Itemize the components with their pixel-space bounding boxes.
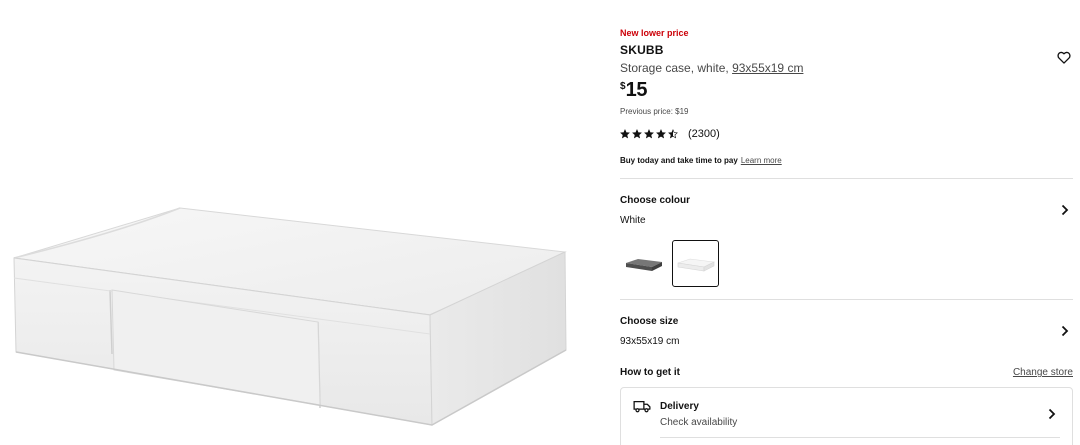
swatch-dark-grey-image xyxy=(625,258,662,271)
delivery-title: Delivery xyxy=(660,401,699,412)
colour-swatches xyxy=(620,240,719,287)
price: $ 15 xyxy=(620,79,648,102)
selected-size: 93x55x19 cm xyxy=(620,336,680,347)
divider xyxy=(620,299,1073,300)
star-icon xyxy=(668,129,678,139)
truck-icon xyxy=(633,400,651,413)
previous-price: Previous price: $19 xyxy=(620,107,689,116)
star-icon xyxy=(656,129,666,139)
heart-icon xyxy=(1057,51,1071,64)
delivery-option[interactable]: Delivery Check availability xyxy=(620,387,1073,445)
product-description-text: Storage case, white, xyxy=(620,61,733,75)
selected-colour: White xyxy=(620,215,646,226)
swatch-white-image xyxy=(677,258,715,271)
price-badge: New lower price xyxy=(620,28,689,38)
choose-colour-title: Choose colour xyxy=(620,195,691,206)
rating[interactable]: (2300) xyxy=(620,128,720,140)
star-icon xyxy=(620,129,630,139)
pay-later-text: Buy today and take time to pay Learn more xyxy=(620,156,782,165)
dimensions-link[interactable]: 93x55x19 cm xyxy=(732,61,803,75)
swatch-white[interactable] xyxy=(672,240,719,287)
how-to-get-it-title: How to get it xyxy=(620,367,680,378)
divider xyxy=(660,437,1060,438)
swatch-dark-grey[interactable] xyxy=(620,240,667,287)
product-details: New lower price SKUBB Storage case, whit… xyxy=(620,0,1073,445)
choose-colour-row[interactable]: Choose colour White xyxy=(620,195,1073,226)
pay-later-label: Buy today and take time to pay xyxy=(620,156,738,165)
chevron-right-icon xyxy=(1061,204,1069,216)
product-image xyxy=(13,207,567,426)
star-icon xyxy=(644,129,654,139)
choose-size-row[interactable]: Choose size 93x55x19 cm xyxy=(620,316,1073,347)
learn-more-link[interactable]: Learn more xyxy=(741,156,782,165)
choose-size-title: Choose size xyxy=(620,316,679,327)
change-store-link[interactable]: Change store xyxy=(1013,367,1073,378)
divider xyxy=(620,178,1073,179)
product-name: SKUBB xyxy=(620,43,664,57)
rating-stars xyxy=(620,129,678,139)
star-icon xyxy=(632,129,642,139)
product-description: Storage case, white, 93x55x19 cm xyxy=(620,61,803,75)
chevron-right-icon xyxy=(1061,325,1069,337)
review-count: (2300) xyxy=(688,128,720,140)
price-amount: 15 xyxy=(625,79,648,101)
delivery-subtitle: Check availability xyxy=(660,417,738,428)
product-image-area[interactable] xyxy=(0,0,590,445)
chevron-right-icon xyxy=(1048,408,1056,420)
favourite-button[interactable] xyxy=(1055,48,1073,66)
